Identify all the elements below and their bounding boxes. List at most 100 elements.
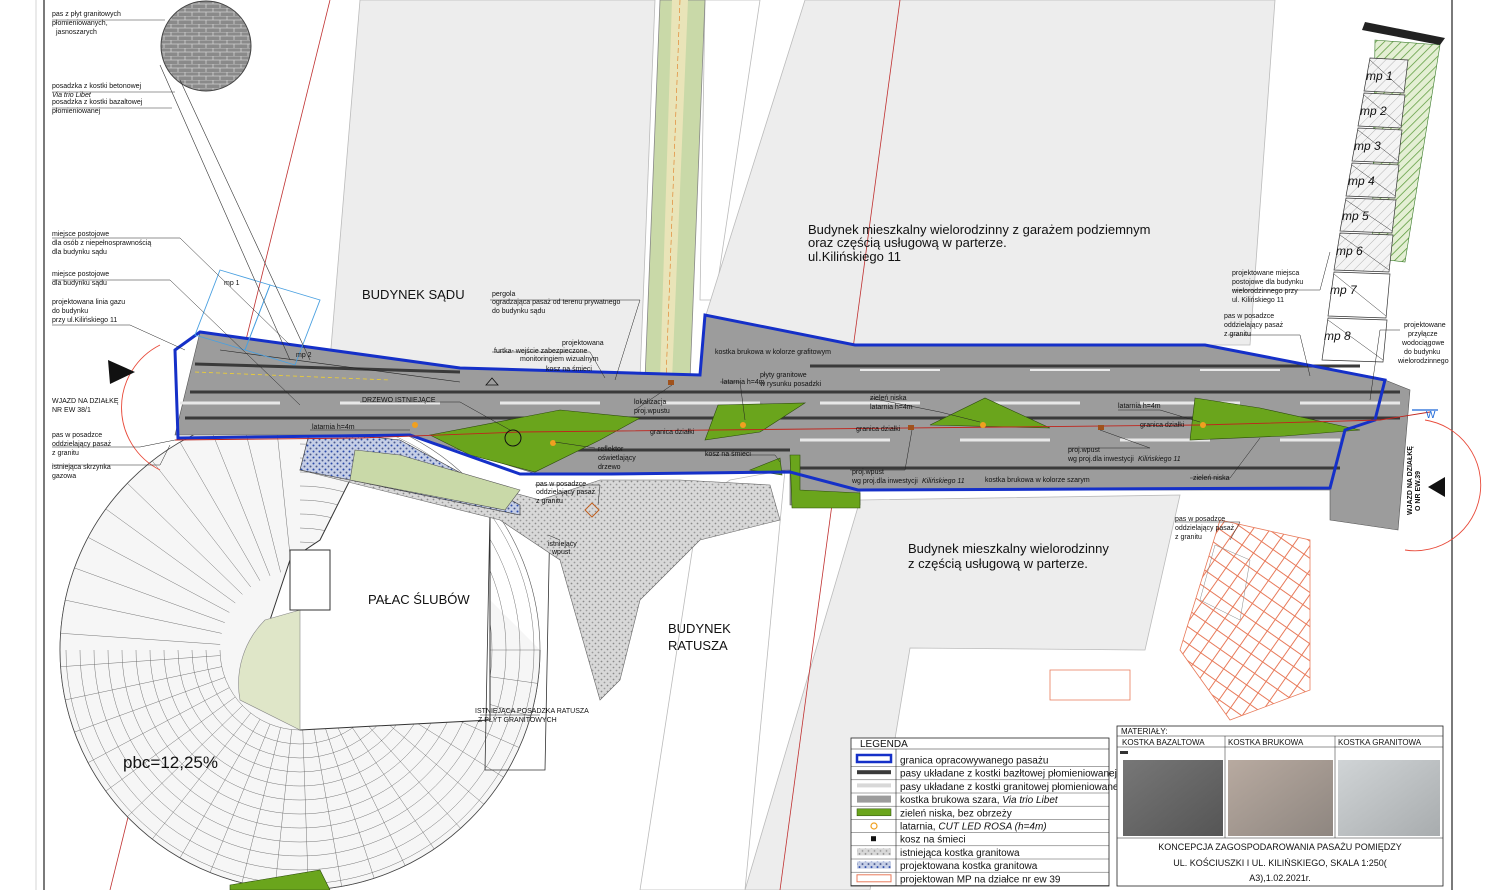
annotation: proj.wpust — [852, 469, 884, 476]
material-label: KOSTKA BRUKOWA — [1228, 738, 1304, 747]
annotation: do budynku — [52, 308, 88, 315]
parking-space: mp 6 — [1333, 232, 1394, 273]
entry-arrow-right — [1428, 477, 1445, 497]
annotation: z granitu — [1224, 331, 1251, 338]
annotation: wodociągowe — [1401, 340, 1445, 347]
annotation: istniejąca skrzynka — [52, 464, 111, 471]
annotation: monitoringiem wizualnym — [520, 356, 599, 363]
annotation: gazowa — [52, 473, 76, 480]
annotation: wg proj.dla inwestycji — [851, 478, 918, 485]
annotation: drzewo — [598, 464, 621, 471]
legend-label: kostka brukowa szara, Via trio Libet — [900, 795, 1059, 806]
annotation: wg proj.dla inwestycji — [1067, 456, 1134, 463]
lamp-marker — [980, 422, 986, 428]
annotation: granica działki — [650, 429, 695, 436]
building-label-palac: PAŁAC ŚLUBÓW — [368, 592, 470, 607]
parking-space: mp 4 — [1345, 162, 1400, 199]
annotation: kostka brukowa w kolorze grafitowym — [715, 349, 831, 356]
annotation: latarnia h=4m — [870, 404, 913, 411]
court-building — [329, 0, 656, 379]
legend-label: pasy układane z kostki granitowej płomie… — [900, 782, 1121, 793]
legend-label: kosz na śmieci — [900, 835, 966, 846]
legend-label: istniejąca kostka granitowa — [900, 848, 1020, 859]
annotation: z granitu — [536, 498, 563, 505]
annotation: latarnia h=4m — [312, 424, 355, 431]
annotation: W — [1426, 410, 1436, 421]
material-label: KOSTKA GRANITOWA — [1338, 738, 1422, 747]
lamp-marker — [412, 422, 418, 428]
annotation: reflektor — [598, 446, 624, 453]
parking-label: mp 6 — [1336, 244, 1363, 258]
parking-space: mp 3 — [1351, 127, 1403, 164]
annotation: Kilińskiego 11 — [922, 478, 965, 485]
annotation: pas w posadzce — [536, 481, 586, 488]
detail-label: płomieniowanej — [52, 108, 101, 115]
parking-label: mp 2 — [1360, 104, 1387, 118]
annotation: wielorodzinnego przy — [1231, 288, 1298, 295]
annotation: miejsce postojowe — [52, 271, 109, 278]
annotation: dla budynku sądu — [52, 249, 107, 256]
projected-parking-mp — [1179, 519, 1311, 721]
site-plan-drawing: mp 1mp 2mp 3mp 4mp 5mp 6mp 7mp 8 pas z p… — [35, 0, 1482, 890]
annotation: kostka brukowa w kolorze szarym — [985, 477, 1090, 484]
parking-space: mp 5 — [1339, 197, 1397, 234]
lamp-marker — [740, 422, 746, 428]
legend-label: latarnia, CUT LED ROSA (h=4m) — [900, 822, 1047, 833]
annotation: miejsce postojowe — [52, 231, 109, 238]
annotation: ul. Kilińskiego 11 — [1232, 297, 1284, 304]
annotation: proj.wpustu — [634, 408, 670, 415]
swatch-basalt — [1123, 760, 1223, 836]
legend-label: projektowana kostka granitowa — [900, 861, 1038, 872]
annotation: ogradzająca pasaż od terenu prywatnego — [492, 299, 621, 306]
annotation: z granitu — [1175, 534, 1202, 541]
legend-label: projektowan MP na działce nr ew 39 — [900, 874, 1061, 885]
annotation: projektowana — [562, 340, 604, 347]
swatch-granite — [1338, 760, 1440, 836]
annotation: w rysunku posadzki — [759, 381, 822, 388]
building-label-residential-bottom: Budynek mieszkalny wielorodzinny — [908, 541, 1109, 556]
parking-label: mp 5 — [1342, 209, 1369, 223]
legend-label: zieleń niska, bez obrzeży — [900, 808, 1012, 819]
annotation: pas w posadzce — [1175, 516, 1225, 523]
annotation: dla osób z niepełnosprawnością — [52, 240, 151, 247]
annotation: latarnia h=4m — [1118, 403, 1161, 410]
materials-title: MATERIAŁY: — [1121, 727, 1168, 736]
annotation: przyłącze — [1408, 331, 1438, 338]
trash-bin-marker — [668, 380, 674, 385]
detail-callout — [52, 0, 311, 361]
materials-block: MATERIAŁY: KOSTKA BAZALTOWA KOSTKA BRUKO… — [1116, 725, 1444, 887]
annotation: do budynku — [1404, 349, 1440, 356]
parking-space: mp 2 — [1357, 92, 1406, 129]
parking-label: mp 3 — [1354, 139, 1381, 153]
slope-label: pbc=12,25% — [123, 753, 218, 772]
detail-label: posadzka z kostki betonowej — [52, 83, 142, 90]
legend-title: LEGENDA — [860, 739, 908, 750]
annotation: WJAZD NA DZIAŁKĘ — [1407, 446, 1414, 515]
parking-space: mp 1 — [1363, 57, 1409, 94]
annotation: proj.wpust — [1068, 447, 1100, 454]
annotation: oddzielający pasaż — [1224, 322, 1284, 329]
annotation: dla budynku sądu — [52, 280, 107, 287]
annotation: istniejący — [548, 541, 577, 548]
material-label: KOSTKA BAZALTOWA — [1122, 738, 1205, 747]
annotation: oddzielający pasaż — [52, 441, 112, 448]
trash-bin-marker — [908, 425, 914, 430]
annotation: WJAZD NA DZIAŁKĘ — [52, 398, 119, 405]
annotation: z granitu — [52, 450, 79, 457]
mp-label: mp 1 — [224, 280, 240, 287]
lamp-marker — [550, 440, 556, 446]
building-label-residential-top: ul.Kilińskiego 11 — [808, 249, 901, 264]
building-label-residential-bottom: z częścią usługową w parterze. — [908, 556, 1088, 571]
detail-label: płomieniowanych, — [52, 20, 108, 27]
detail-label: jasnoszarych — [55, 29, 97, 36]
title-line: KONCEPCJA ZAGOSPODAROWANIA PASAŻU POMIĘD… — [1158, 842, 1402, 852]
annotation: pergola — [492, 291, 515, 298]
detail-label: posadzka z kostki bazaltowej — [52, 99, 143, 106]
annotation: pas w posadzce — [52, 432, 102, 439]
building-label-ratusz: RATUSZA — [668, 638, 728, 653]
annotation: Kilińskiego 11 — [1138, 456, 1181, 463]
building-label-ratusz: BUDYNEK — [668, 621, 731, 636]
annotation: pas w posadzce — [1224, 313, 1274, 320]
annotation: O NR EW.39 — [1415, 471, 1422, 511]
annotation: zieleń niska — [1193, 475, 1230, 482]
